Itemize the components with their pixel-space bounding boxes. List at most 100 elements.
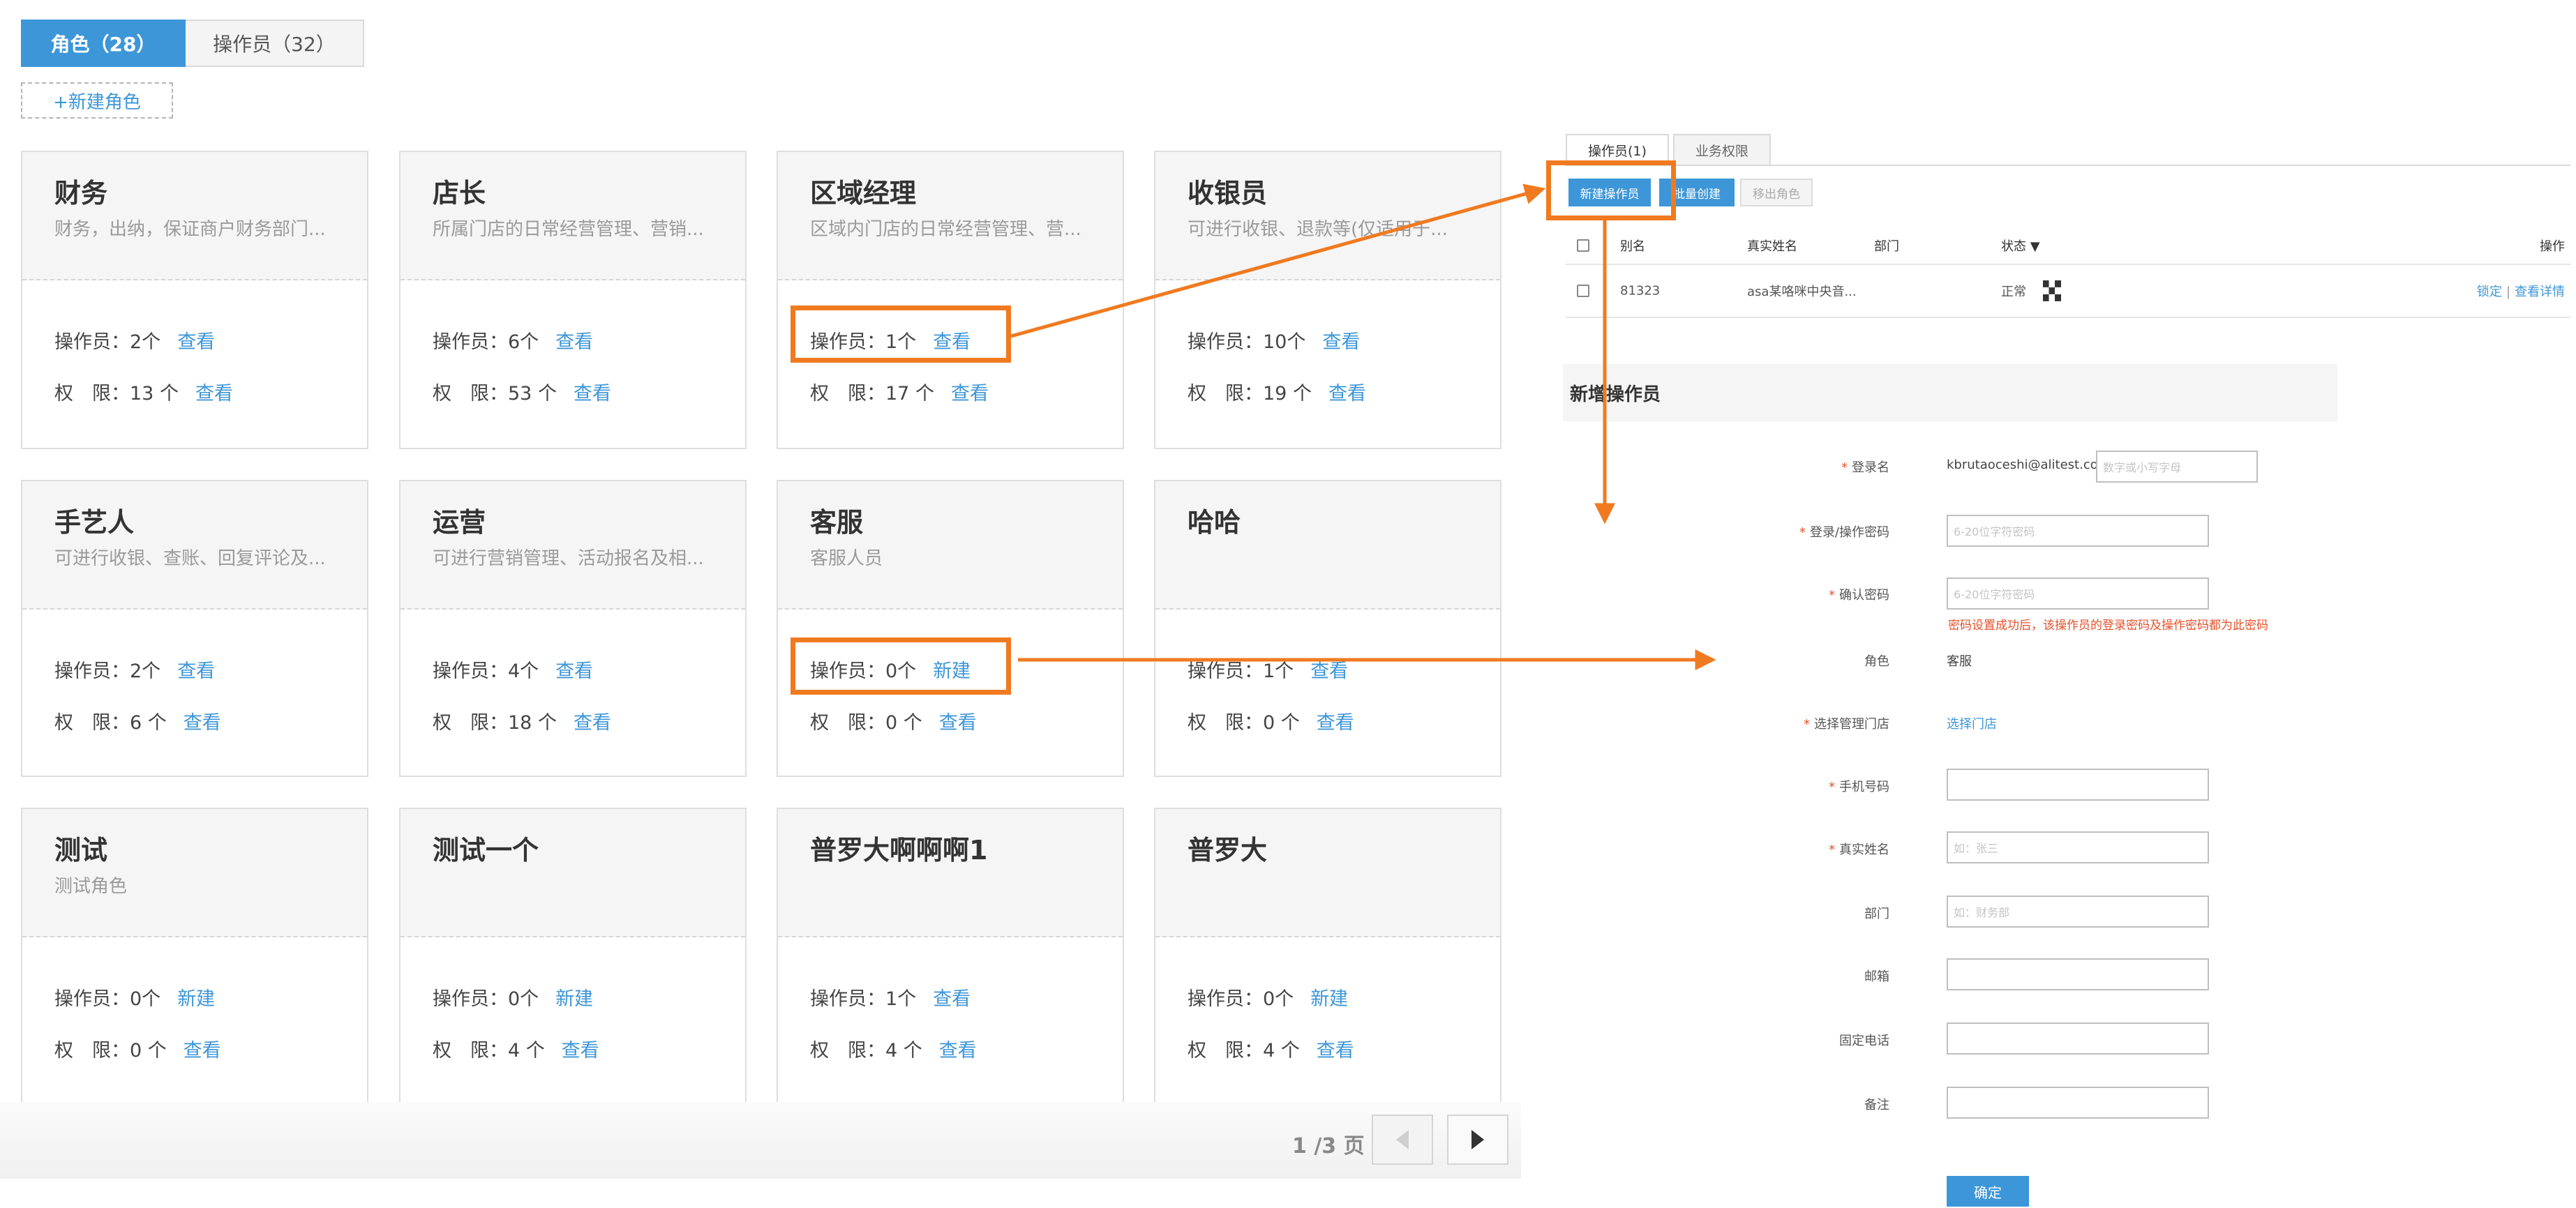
col-real-name: 真实姓名 xyxy=(1747,239,1797,254)
role-card: 哈哈 操作员：1个 查看 权 限：0 个查看 xyxy=(1154,480,1502,777)
permissions-link[interactable]: 查看 xyxy=(574,383,611,405)
next-page-button[interactable] xyxy=(1447,1115,1508,1165)
login-label: * 登录名 xyxy=(1841,460,1889,475)
operators-link[interactable]: 查看 xyxy=(177,331,215,353)
select-store-link[interactable]: 选择门店 xyxy=(1947,714,1997,732)
confirm-password-input[interactable]: 6-20位字符密码 xyxy=(1947,577,2209,610)
row-checkbox[interactable] xyxy=(1577,285,1589,297)
new-role-button[interactable]: +新建角色 xyxy=(21,82,173,119)
permissions-link[interactable]: 查看 xyxy=(951,383,989,405)
form-title: 新增操作员 xyxy=(1563,364,2337,421)
operators-link[interactable]: 查看 xyxy=(555,660,593,682)
operators-count: 1个 xyxy=(885,988,917,1010)
realname-input[interactable]: 如：张三 xyxy=(1947,831,2209,863)
permissions-link[interactable]: 查看 xyxy=(1328,383,1366,405)
required-mark: * xyxy=(1804,717,1810,732)
phone-input[interactable] xyxy=(1947,769,2209,801)
permissions-link[interactable]: 查看 xyxy=(562,1040,599,1062)
permissions-link[interactable]: 查看 xyxy=(184,712,221,734)
operators-link[interactable]: 查看 xyxy=(933,988,971,1010)
operators-link[interactable]: 查看 xyxy=(1310,660,1348,682)
permissions-count: 13 个 xyxy=(130,383,179,405)
qr-code-icon[interactable] xyxy=(2043,280,2061,301)
permissions-label: 权 限： xyxy=(810,712,885,734)
operators-count: 2个 xyxy=(130,660,161,682)
role-card: 测试 测试角色 操作员：0个 新建 权 限：0 个查看 xyxy=(21,808,368,1108)
card-header: 普罗大 xyxy=(1155,809,1500,937)
operators-row: 操作员：0个 新建 xyxy=(433,983,593,1011)
dept-input[interactable]: 如：财务部 xyxy=(1947,896,2209,928)
permissions-link[interactable]: 查看 xyxy=(939,1040,977,1062)
prev-page-button[interactable] xyxy=(1372,1115,1433,1165)
select-all-checkbox[interactable] xyxy=(1577,239,1589,252)
role-card: 店长 所属门店的日常经营管理、营销... 操作员：6个 查看 权 限：53 个查看 xyxy=(399,151,747,449)
tab-operators[interactable]: 操作员（32） xyxy=(186,20,364,67)
permissions-count: 4 个 xyxy=(885,1040,922,1062)
permissions-link[interactable]: 查看 xyxy=(939,712,977,734)
col-status-filter[interactable]: 状态 ▼ xyxy=(2001,236,2040,255)
cell-alias: 81323 xyxy=(1620,283,1661,299)
role-label: 角色 xyxy=(1864,654,1889,669)
permissions-count: 0 个 xyxy=(885,712,922,734)
confirm-password-label: * 确认密码 xyxy=(1829,588,1889,603)
card-header: 收银员 可进行收银、退款等(仅适用于... xyxy=(1155,152,1500,280)
permissions-count: 53 个 xyxy=(508,383,557,405)
permissions-row: 权 限：6 个查看 xyxy=(54,707,221,734)
operators-label: 操作员： xyxy=(433,331,508,353)
permissions-count: 17 个 xyxy=(885,383,934,405)
operators-row: 操作员：1个 查看 xyxy=(1188,656,1348,683)
tab-business-permissions[interactable]: 业务权限 xyxy=(1672,134,1771,165)
role-title: 哈哈 xyxy=(1188,507,1241,538)
permissions-row: 权 限：0 个查看 xyxy=(54,1035,221,1062)
submit-button[interactable]: 确定 xyxy=(1947,1176,2029,1207)
card-header: 客服 客服人员 xyxy=(778,481,1123,610)
role-desc: 测试角色 xyxy=(54,876,128,897)
card-header: 运营 可进行营销管理、活动报名及相... xyxy=(400,481,745,610)
permissions-link[interactable]: 查看 xyxy=(195,383,233,405)
operators-count: 4个 xyxy=(508,660,539,682)
permissions-link[interactable]: 查看 xyxy=(1317,1040,1354,1062)
email-input[interactable] xyxy=(1947,958,2209,990)
operators-count: 2个 xyxy=(130,331,161,353)
operators-link[interactable]: 新建 xyxy=(1310,988,1348,1010)
role-desc: 可进行收银、查账、回复评论及... xyxy=(54,548,326,569)
permissions-link[interactable]: 查看 xyxy=(1317,712,1354,734)
role-desc: 财务，出纳，保证商户财务部门... xyxy=(54,219,326,240)
view-detail-link[interactable]: 查看详情 xyxy=(2515,285,2565,299)
table-row: 81323 asa某咯咪中央音... 正常 锁定 | 查看详情 xyxy=(1566,265,2570,318)
highlight-box-view-operators xyxy=(791,305,1011,363)
role-title: 客服 xyxy=(810,507,864,538)
permissions-row: 权 限：13 个查看 xyxy=(54,378,233,405)
login-prefix: kbrutaoceshi@alitest.com# xyxy=(1947,458,2121,472)
permissions-row: 权 限：0 个查看 xyxy=(1188,707,1354,734)
tab-roles[interactable]: 角色（28） xyxy=(21,20,186,67)
permissions-label: 权 限： xyxy=(433,383,508,405)
permissions-link[interactable]: 查看 xyxy=(574,712,611,734)
permissions-count: 6 个 xyxy=(130,712,167,734)
role-card: 财务 财务，出纳，保证商户财务部门... 操作员：2个 查看 权 限：13 个查看 xyxy=(21,151,368,449)
permissions-link[interactable]: 查看 xyxy=(184,1040,221,1062)
operators-link[interactable]: 新建 xyxy=(177,988,215,1010)
operators-link[interactable]: 查看 xyxy=(177,660,215,682)
login-name-input[interactable]: 数字或小写字母 xyxy=(2096,451,2258,483)
operators-link[interactable]: 查看 xyxy=(555,331,593,353)
dept-label: 部门 xyxy=(1864,907,1889,921)
note-input[interactable] xyxy=(1947,1087,2209,1119)
operators-count: 0个 xyxy=(130,988,161,1010)
operators-link[interactable]: 新建 xyxy=(555,988,593,1010)
role-card: 测试一个 操作员：0个 新建 权 限：4 个查看 xyxy=(399,808,747,1108)
operators-link[interactable]: 查看 xyxy=(1322,331,1360,353)
role-card: 客服 客服人员 操作员：0个 新建 权 限：0 个查看 xyxy=(777,480,1124,777)
permissions-row: 权 限：4 个查看 xyxy=(433,1035,599,1062)
password-input[interactable]: 6-20位字符密码 xyxy=(1947,515,2209,547)
lock-link[interactable]: 锁定 xyxy=(2477,285,2502,299)
operators-label: 操作员： xyxy=(54,660,130,682)
required-mark: * xyxy=(1799,525,1806,540)
remove-role-button[interactable]: 移出角色 xyxy=(1740,179,1813,206)
permissions-count: 4 个 xyxy=(508,1040,545,1062)
operators-row: 操作员：1个 查看 xyxy=(810,983,971,1011)
role-card: 手艺人 可进行收银、查账、回复评论及... 操作员：2个 查看 权 限：6 个查看 xyxy=(21,480,368,777)
tel-input[interactable] xyxy=(1947,1022,2209,1055)
cell-real-name: asa某咯咪中央音... xyxy=(1747,285,1857,299)
permissions-row: 权 限：19 个查看 xyxy=(1188,378,1366,405)
